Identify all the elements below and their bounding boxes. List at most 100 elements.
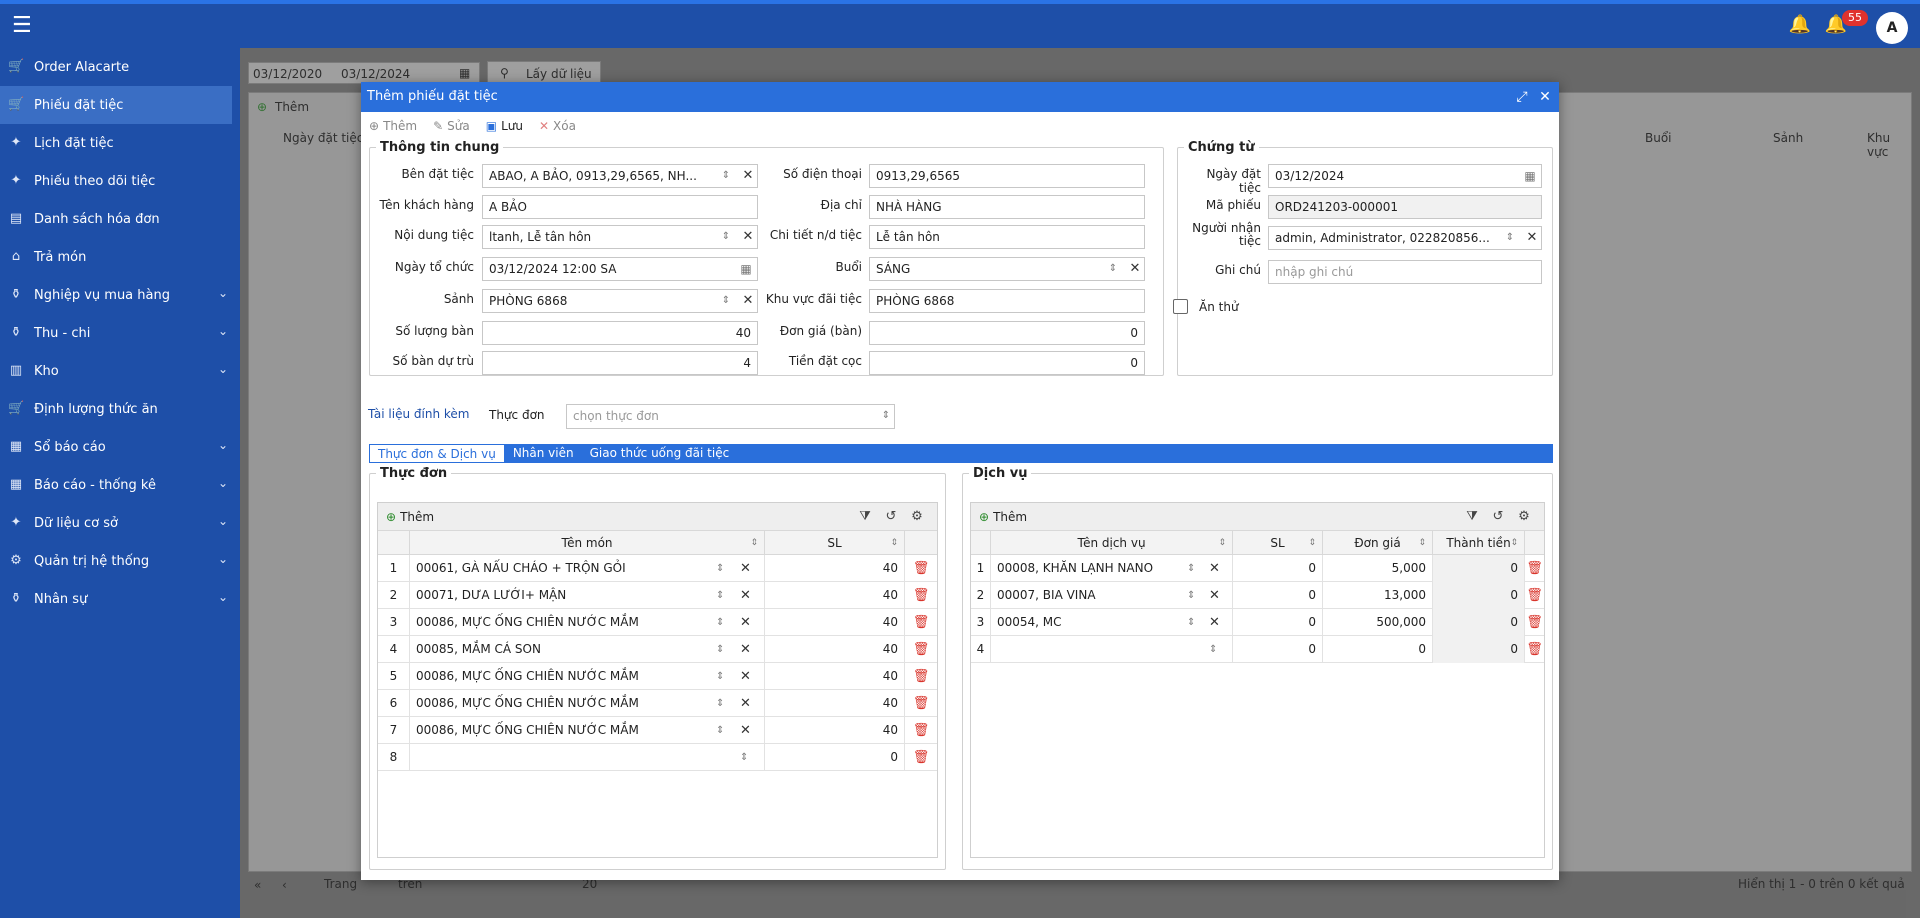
table-row[interactable]: 2 00071, DƯA LƯỚI+ MẬN ⇕ ✕ 40 🗑: [378, 582, 937, 609]
dish-cell[interactable]: 00086, MỰC ỐNG CHIÊN NƯỚC MẮM ⇕ ✕: [410, 609, 765, 636]
chevron-down-icon[interactable]: ⌄: [218, 324, 228, 338]
clear-x-icon[interactable]: ✕: [1209, 555, 1220, 582]
clear-x-icon[interactable]: ✕: [1209, 609, 1220, 636]
close-icon[interactable]: ✕: [1534, 82, 1556, 112]
history-icon[interactable]: ↺: [1489, 508, 1507, 526]
updown-icon[interactable]: ⇕: [719, 226, 733, 248]
sidebar-item[interactable]: ✦ Dữ liệu cơ sở ⌄: [0, 504, 240, 542]
sidebar-item[interactable]: 🛒 Order Alacarte: [0, 48, 240, 86]
tien-dat-coc-input[interactable]: 0: [869, 351, 1145, 375]
clear-x-icon[interactable]: ✕: [740, 690, 751, 717]
service-cell[interactable]: ⇕: [991, 636, 1233, 663]
settings-sliders-icon[interactable]: ⚙: [1515, 508, 1533, 526]
clear-x-icon[interactable]: ✕: [739, 226, 757, 248]
sidebar-item[interactable]: ⚱ Nhân sự ⌄: [0, 580, 240, 618]
save-button[interactable]: ▣ Lưu: [486, 119, 523, 133]
chevron-down-icon[interactable]: ⌄: [218, 514, 228, 528]
dish-cell[interactable]: 00086, MỰC ỐNG CHIÊN NƯỚC MẮM ⇕ ✕: [410, 690, 765, 717]
ngay-to-chuc-input[interactable]: 03/12/2024 12:00 SA ▦: [482, 257, 758, 281]
sidebar-item[interactable]: ⌂ Trả món: [0, 238, 240, 276]
maximize-icon[interactable]: ⤢: [1511, 82, 1533, 112]
service-col-qty[interactable]: SL ⇕: [1233, 531, 1323, 555]
clear-x-icon[interactable]: ✕: [740, 609, 751, 636]
clear-x-icon[interactable]: ✕: [1126, 258, 1144, 280]
service-price-cell[interactable]: 13,000: [1323, 582, 1433, 609]
chevron-down-icon[interactable]: ⌄: [218, 362, 228, 376]
trash-icon[interactable]: 🗑: [1525, 555, 1544, 582]
sidebar-item[interactable]: ▦ Báo cáo - thống kê ⌄: [0, 466, 240, 504]
clear-x-icon[interactable]: ✕: [740, 555, 751, 582]
trash-icon[interactable]: 🗑: [1525, 609, 1544, 636]
ghi-chu-input[interactable]: nhập ghi chú: [1268, 260, 1542, 284]
sidebar-item[interactable]: ✦ Lịch đặt tiệc: [0, 124, 240, 162]
calendar-icon[interactable]: ▦: [1523, 165, 1537, 187]
table-row[interactable]: 1 00061, GÀ NẤU CHÁO + TRỘN GỎI ⇕ ✕ 40 🗑: [378, 555, 937, 582]
service-price-cell[interactable]: 5,000: [1323, 555, 1433, 582]
trash-icon[interactable]: 🗑: [1525, 582, 1544, 609]
chevron-down-icon[interactable]: ⌄: [218, 552, 228, 566]
service-add-button[interactable]: ⊕ Thêm: [979, 510, 1027, 524]
service-price-cell[interactable]: 500,000: [1323, 609, 1433, 636]
trial-checkbox[interactable]: [1173, 299, 1188, 314]
qty-cell[interactable]: 40: [765, 609, 905, 636]
menu-col-qty[interactable]: SL ⇕: [765, 531, 905, 555]
table-row[interactable]: 8 ⇕ 0 🗑: [378, 744, 937, 771]
trash-icon[interactable]: 🗑: [905, 636, 937, 663]
buoi-input[interactable]: SÁNG ⇕ ✕: [869, 257, 1145, 281]
history-icon[interactable]: ↺: [882, 508, 900, 526]
qty-cell[interactable]: 40: [765, 690, 905, 717]
service-cell[interactable]: 00008, KHĂN LẠNH NANO ⇕ ✕: [991, 555, 1233, 582]
clear-x-icon[interactable]: ✕: [739, 290, 757, 312]
table-row[interactable]: 3 00086, MỰC ỐNG CHIÊN NƯỚC MẮM ⇕ ✕ 40 🗑: [378, 609, 937, 636]
sidebar-item[interactable]: ⚱ Thu - chi ⌄: [0, 314, 240, 352]
so-dien-thoai-input[interactable]: 0913,29,6565: [869, 164, 1145, 188]
service-cell[interactable]: 00054, MC ⇕ ✕: [991, 609, 1233, 636]
trash-icon[interactable]: 🗑: [905, 609, 937, 636]
trash-icon[interactable]: 🗑: [905, 555, 937, 582]
ben-dat-tiec-input[interactable]: ABAO, A BẢO, 0913,29,6565, NH... ⇕ ✕: [482, 164, 758, 188]
table-row[interactable]: 2 00007, BIA VINA ⇕ ✕ 0 13,000 0 🗑: [971, 582, 1544, 609]
service-qty-cell[interactable]: 0: [1233, 609, 1323, 636]
dish-cell[interactable]: 00086, MỰC ỐNG CHIÊN NƯỚC MẮM ⇕ ✕: [410, 663, 765, 690]
dish-cell[interactable]: 00086, MỰC ỐNG CHIÊN NƯỚC MẮM ⇕ ✕: [410, 717, 765, 744]
tab-0[interactable]: Thực đơn & Dịch vụ: [369, 444, 505, 463]
sidebar-item[interactable]: ▥ Kho ⌄: [0, 352, 240, 390]
tab-2[interactable]: Giao thức uống đãi tiệc: [582, 444, 738, 463]
service-cell[interactable]: 00007, BIA VINA ⇕ ✕: [991, 582, 1233, 609]
sidebar-item[interactable]: ▤ Danh sách hóa đơn: [0, 200, 240, 238]
filter-clear-icon[interactable]: ⧩: [1463, 508, 1481, 526]
clear-x-icon[interactable]: ✕: [739, 165, 757, 187]
service-qty-cell[interactable]: 0: [1233, 582, 1323, 609]
add-button[interactable]: ⊕ Thêm: [369, 119, 417, 133]
trash-icon[interactable]: 🗑: [905, 663, 937, 690]
qty-cell[interactable]: 40: [765, 582, 905, 609]
menu-col-name[interactable]: Tên món ⇕: [410, 531, 765, 555]
dia-chi-input[interactable]: NHÀ HÀNG: [869, 195, 1145, 219]
table-row[interactable]: 3 00054, MC ⇕ ✕ 0 500,000 0 🗑: [971, 609, 1544, 636]
updown-icon[interactable]: ⇕: [1106, 258, 1120, 280]
don-gia-ban-input[interactable]: 0: [869, 321, 1145, 345]
trash-icon[interactable]: 🗑: [1525, 636, 1544, 663]
so-luong-ban-input[interactable]: 40: [482, 321, 758, 345]
delete-button[interactable]: ✕ Xóa: [539, 119, 576, 133]
chevron-down-icon[interactable]: ⌄: [218, 590, 228, 604]
ma-phieu-input[interactable]: ORD241203-000001: [1268, 195, 1542, 219]
qty-cell[interactable]: 40: [765, 663, 905, 690]
service-col-total[interactable]: Thành tiền ⇕: [1433, 531, 1525, 555]
clear-x-icon[interactable]: ✕: [1209, 582, 1220, 609]
trash-icon[interactable]: 🗑: [905, 582, 937, 609]
dish-cell[interactable]: 00085, MẮM CÁ SON ⇕ ✕: [410, 636, 765, 663]
noi-dung-tiec-input[interactable]: ltanh, Lễ tân hôn ⇕ ✕: [482, 225, 758, 249]
clear-x-icon[interactable]: ✕: [740, 717, 751, 744]
table-row[interactable]: 4 00085, MẮM CÁ SON ⇕ ✕ 40 🗑: [378, 636, 937, 663]
table-row[interactable]: 6 00086, MỰC ỐNG CHIÊN NƯỚC MẮM ⇕ ✕ 40 🗑: [378, 690, 937, 717]
table-row[interactable]: 7 00086, MỰC ỐNG CHIÊN NƯỚC MẮM ⇕ ✕ 40 🗑: [378, 717, 937, 744]
trash-icon[interactable]: 🗑: [905, 717, 937, 744]
chevron-down-icon[interactable]: ⌄: [218, 438, 228, 452]
service-qty-cell[interactable]: 0: [1233, 636, 1323, 663]
qty-cell[interactable]: 40: [765, 717, 905, 744]
sanh-input[interactable]: PHÒNG 6868 ⇕ ✕: [482, 289, 758, 313]
sidebar-item[interactable]: ⚱ Nghiệp vụ mua hàng ⌄: [0, 276, 240, 314]
trash-icon[interactable]: 🗑: [905, 690, 937, 717]
dish-cell[interactable]: 00061, GÀ NẤU CHÁO + TRỘN GỎI ⇕ ✕: [410, 555, 765, 582]
